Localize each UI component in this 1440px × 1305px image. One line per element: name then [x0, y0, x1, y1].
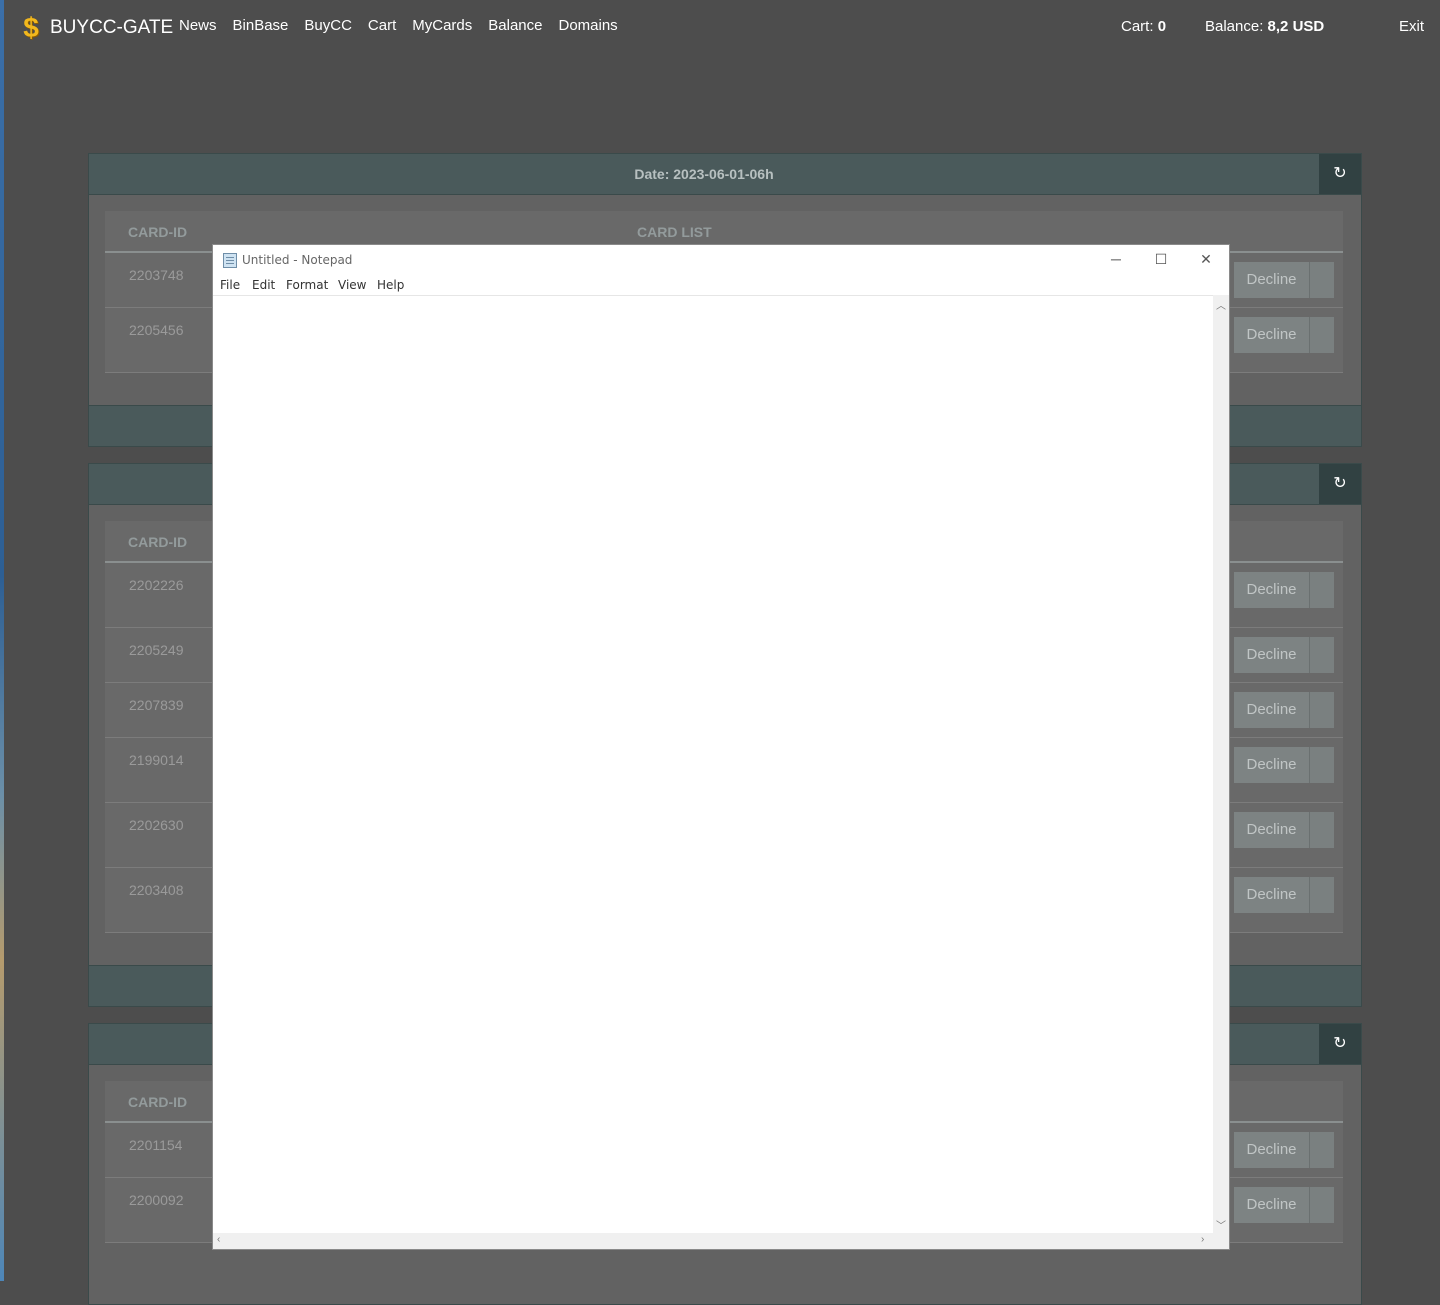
minimize-button[interactable]: ─: [1093, 245, 1139, 273]
dollar-logo-icon: $: [23, 12, 39, 43]
top-navbar: $ BUYCC-GATE News BinBase BuyCC Cart MyC…: [0, 0, 1440, 56]
exit-link[interactable]: Exit: [1399, 18, 1424, 35]
notepad-menubar: File Edit Format View Help: [213, 275, 1229, 295]
close-icon: ✕: [1200, 251, 1212, 267]
brand[interactable]: $ BUYCC-GATE: [20, 13, 173, 43]
dropdown-toggle[interactable]: [1310, 877, 1334, 913]
notepad-window: Untitled - Notepad ─ ☐ ✕ File Edit Forma…: [212, 244, 1230, 1250]
panel-date-title: Date: 2023-06-01-06h: [634, 166, 774, 182]
decline-button[interactable]: Decline: [1234, 262, 1334, 298]
nav-links: News BinBase BuyCC Cart MyCards Balance …: [179, 17, 618, 34]
dropdown-toggle[interactable]: [1310, 692, 1334, 728]
refresh-icon: ↻: [1333, 1035, 1347, 1052]
col-card-id: CARD-ID: [128, 534, 188, 550]
card-id: 2202226: [129, 577, 184, 593]
nav-link-mycards[interactable]: MyCards: [412, 17, 472, 34]
resize-grip[interactable]: [1213, 1233, 1229, 1249]
menu-file[interactable]: File: [220, 278, 240, 292]
decline-button[interactable]: Decline: [1234, 1132, 1334, 1168]
panel-header: Date: 2023-06-01-06h ↻: [89, 154, 1361, 195]
refresh-button[interactable]: ↻: [1319, 464, 1361, 504]
balance-value: 8,2 USD: [1267, 18, 1325, 35]
maximize-button[interactable]: ☐: [1138, 245, 1184, 273]
menu-view[interactable]: View: [338, 278, 366, 292]
notepad-icon: [223, 253, 237, 268]
dropdown-toggle[interactable]: [1310, 262, 1334, 298]
close-button[interactable]: ✕: [1183, 245, 1229, 273]
card-id: 2207839: [129, 697, 184, 713]
decline-button[interactable]: Decline: [1234, 1187, 1334, 1223]
nav-link-buycc[interactable]: BuyCC: [304, 17, 352, 34]
decline-button[interactable]: Decline: [1234, 747, 1334, 783]
menu-format[interactable]: Format: [286, 278, 328, 292]
balance-label: Balance:: [1205, 18, 1264, 35]
desktop-wallpaper-edge: [0, 0, 4, 1281]
card-id: 2203408: [129, 882, 184, 898]
card-id: 2200092: [129, 1192, 184, 1208]
refresh-icon: ↻: [1333, 475, 1347, 492]
col-card-list: CARD LIST: [637, 224, 712, 240]
card-id: 2205249: [129, 642, 184, 658]
vertical-scrollbar[interactable]: ︿ ﹀: [1213, 295, 1229, 1233]
card-id: 2199014: [129, 752, 184, 768]
horizontal-scrollbar[interactable]: ‹ ›: [213, 1233, 1213, 1249]
scroll-left-icon[interactable]: ‹: [217, 1234, 220, 1245]
cart-count-label: Cart:: [1121, 18, 1154, 35]
minimize-icon: ─: [1111, 251, 1121, 267]
window-title: Untitled - Notepad: [242, 253, 353, 267]
card-id: 2201154: [129, 1137, 183, 1153]
decline-label: Decline: [1246, 701, 1297, 718]
nav-link-domains[interactable]: Domains: [558, 17, 617, 34]
decline-label: Decline: [1246, 646, 1297, 663]
dropdown-toggle[interactable]: [1310, 1132, 1334, 1168]
decline-button[interactable]: Decline: [1234, 877, 1334, 913]
balance-display[interactable]: Balance: 8,2 USD: [1205, 18, 1324, 35]
scroll-down-icon[interactable]: ﹀: [1216, 1217, 1226, 1232]
col-card-id: CARD-ID: [128, 1094, 188, 1110]
brand-name: BUYCC-GATE: [50, 17, 174, 38]
nav-link-cart[interactable]: Cart: [368, 17, 396, 34]
cart-count-value: 0: [1157, 18, 1167, 35]
decline-label: Decline: [1246, 326, 1297, 343]
menu-edit[interactable]: Edit: [252, 278, 275, 292]
dropdown-toggle[interactable]: [1310, 637, 1334, 673]
card-id: 2202630: [129, 817, 184, 833]
card-id: 2205456: [129, 322, 184, 338]
decline-button[interactable]: Decline: [1234, 692, 1334, 728]
dropdown-toggle[interactable]: [1310, 812, 1334, 848]
dropdown-toggle[interactable]: [1310, 317, 1334, 353]
decline-label: Decline: [1246, 581, 1297, 598]
decline-label: Decline: [1246, 756, 1297, 773]
card-id: 2203748: [129, 267, 184, 283]
decline-button[interactable]: Decline: [1234, 572, 1334, 608]
dropdown-toggle[interactable]: [1310, 747, 1334, 783]
notepad-titlebar[interactable]: Untitled - Notepad ─ ☐ ✕: [213, 245, 1229, 273]
nav-link-binbase[interactable]: BinBase: [233, 17, 289, 34]
decline-button[interactable]: Decline: [1234, 637, 1334, 673]
decline-label: Decline: [1246, 271, 1297, 288]
cart-count[interactable]: Cart: 0: [1121, 18, 1166, 35]
refresh-button[interactable]: ↻: [1319, 154, 1361, 194]
notepad-text-area[interactable]: [213, 295, 1213, 1234]
nav-link-balance[interactable]: Balance: [488, 17, 542, 34]
refresh-icon: ↻: [1333, 165, 1347, 182]
decline-label: Decline: [1246, 1141, 1297, 1158]
scroll-up-icon[interactable]: ︿: [1216, 297, 1226, 312]
decline-button[interactable]: Decline: [1234, 317, 1334, 353]
dropdown-toggle[interactable]: [1310, 1187, 1334, 1223]
decline-button[interactable]: Decline: [1234, 812, 1334, 848]
refresh-button[interactable]: ↻: [1319, 1024, 1361, 1064]
menu-help[interactable]: Help: [377, 278, 404, 292]
nav-link-news[interactable]: News: [179, 17, 217, 34]
decline-label: Decline: [1246, 1196, 1297, 1213]
maximize-icon: ☐: [1154, 251, 1168, 267]
dropdown-toggle[interactable]: [1310, 572, 1334, 608]
decline-label: Decline: [1246, 886, 1297, 903]
decline-label: Decline: [1246, 821, 1297, 838]
scroll-right-icon[interactable]: ›: [1201, 1234, 1204, 1245]
col-card-id: CARD-ID: [128, 224, 188, 240]
